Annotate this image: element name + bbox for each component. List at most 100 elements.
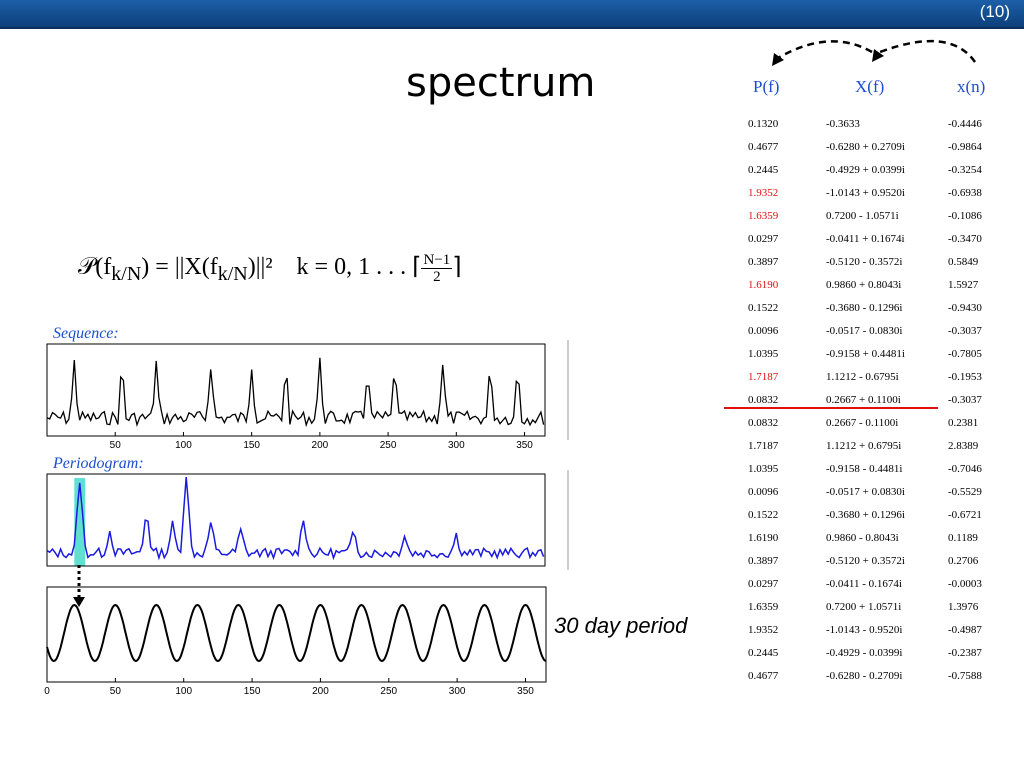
cell-xf: 0.9860 - 0.8043i <box>826 532 899 544</box>
sinusoid-tick-label: 100 <box>175 686 192 697</box>
cell-xf: -0.5120 - 0.3572i <box>826 256 903 268</box>
cell-xf: -0.0517 - 0.0830i <box>826 325 903 337</box>
cell-xn: -0.6721 <box>948 509 982 521</box>
cell-xf: -0.0517 + 0.0830i <box>826 486 905 498</box>
cell-xn: -0.2387 <box>948 647 982 659</box>
cell-pf: 1.6359 <box>748 601 779 613</box>
formula-k: k = 0, 1 . . . ⌈ <box>296 254 422 281</box>
cell-xn: -0.7046 <box>948 463 982 475</box>
formula-lhs-sub: k/N <box>111 262 142 285</box>
top-bar: (10) <box>0 0 1024 29</box>
cell-pf: 1.9352 <box>748 624 779 636</box>
cell-xf: 0.7200 + 1.0571i <box>826 601 902 613</box>
cell-xn: -0.4446 <box>948 118 982 130</box>
cell-pf: 0.3897 <box>748 555 779 567</box>
cell-xn: -0.3254 <box>948 164 982 176</box>
dashed-arrow-xn-to-xf <box>879 39 977 63</box>
cell-xf: 0.7200 - 1.0571i <box>826 210 899 222</box>
slide-number: (10) <box>979 2 1010 21</box>
sequence-tick-label: 50 <box>110 440 122 451</box>
sinusoid-tick-label: 250 <box>380 686 397 697</box>
cell-pf: 0.0832 <box>748 417 779 429</box>
frac-numerator: N−1 <box>421 252 453 269</box>
sinusoid-chart: 0 50 100 150 200 250 300 350 <box>44 586 547 697</box>
conjugate-divider <box>724 407 938 409</box>
arrowhead-pf <box>772 53 784 66</box>
cell-xf: -0.5120 + 0.3572i <box>826 555 905 567</box>
periodogram-formula: 𝒫(fk/N) = ||X(fk/N)||² k = 0, 1 . . . ⌈ N… <box>78 252 462 286</box>
cell-xn: 1.5927 <box>948 279 979 291</box>
period-caption: 30 day period <box>554 613 688 638</box>
formula-mid: ) = ||X(f <box>141 254 218 281</box>
dashed-arrow-xf-to-pf <box>777 40 873 60</box>
sequence-tick-label: 350 <box>516 440 533 451</box>
cell-pf: 0.4677 <box>748 141 779 153</box>
cell-xn: -0.9864 <box>948 141 982 153</box>
formula-fraction: N−1 2 <box>421 252 453 285</box>
cell-pf: 1.7187 <box>748 371 779 383</box>
sinusoid-tick-label: 0 <box>44 686 50 697</box>
cell-xn: 2.8389 <box>948 440 979 452</box>
cell-xf: -0.6280 + 0.2709i <box>826 141 905 153</box>
cell-xn: 0.2381 <box>948 417 979 429</box>
cell-pf: 0.0297 <box>748 233 779 245</box>
cell-xn: -0.9430 <box>948 302 982 314</box>
cell-pf: 0.0096 <box>748 325 779 337</box>
cell-xf: -1.0143 + 0.9520i <box>826 187 905 199</box>
cell-xn: -0.6938 <box>948 187 982 199</box>
cell-pf: 1.7187 <box>748 440 779 452</box>
sequence-series-line <box>46 357 545 428</box>
sequence-tick-label: 200 <box>312 440 329 451</box>
cell-xn: -0.5529 <box>948 486 982 498</box>
sequence-x-ticks: 50 100 150 200 250 300 350 <box>110 432 533 451</box>
cell-xf: -0.4929 - 0.0399i <box>826 647 903 659</box>
cell-xn: -0.0003 <box>948 578 982 590</box>
cell-xf: -0.6280 - 0.2709i <box>826 670 903 682</box>
cell-xn: -0.1953 <box>948 371 982 383</box>
sinusoid-tick-label: 150 <box>244 686 261 697</box>
cell-pf: 0.3897 <box>748 256 779 268</box>
sequence-tick-label: 100 <box>175 440 192 451</box>
cell-xf: -1.0143 - 0.9520i <box>826 624 903 636</box>
cell-pf: 1.6359 <box>748 210 779 222</box>
cell-pf: 0.0096 <box>748 486 779 498</box>
sequence-frame <box>46 343 546 437</box>
sinusoid-tick-label: 350 <box>517 686 534 697</box>
cell-xf: -0.0411 - 0.1674i <box>826 578 902 590</box>
cell-xn: -0.7805 <box>948 348 982 360</box>
slide-title: spectrum <box>406 60 596 106</box>
cell-pf: 1.6190 <box>748 532 779 544</box>
formula-close: ⌉ <box>452 254 462 281</box>
cell-xn: 1.3976 <box>948 601 979 613</box>
cell-xn: -0.3037 <box>948 325 982 337</box>
cell-xn: 0.1189 <box>948 532 978 544</box>
formula-mid-sub: k/N <box>217 262 248 285</box>
cell-pf: 0.0297 <box>748 578 779 590</box>
cell-xf: -0.0411 + 0.1674i <box>826 233 905 245</box>
cell-pf: 0.1320 <box>748 118 779 130</box>
frac-denominator: 2 <box>433 269 441 285</box>
cell-pf: 0.2445 <box>748 647 779 659</box>
dashed-arrows <box>772 39 977 66</box>
cell-xn: -0.1086 <box>948 210 982 222</box>
cell-xf: 0.9860 + 0.8043i <box>826 279 902 291</box>
formula-lhs: 𝒫(f <box>78 254 112 281</box>
cell-pf: 1.9352 <box>748 187 779 199</box>
cell-pf: 1.0395 <box>748 348 779 360</box>
header-pf: P(f) <box>753 77 780 96</box>
header-xn: x(n) <box>957 77 986 96</box>
cell-xn: 0.5849 <box>948 256 979 268</box>
sequence-tick-label: 150 <box>243 440 260 451</box>
cell-pf: 1.6190 <box>748 279 779 291</box>
cell-xn: 0.2706 <box>948 555 979 567</box>
cell-xn: -0.3470 <box>948 233 982 245</box>
sinusoid-frame <box>46 586 547 683</box>
periodogram-chart <box>46 470 569 570</box>
cell-xf: -0.3633 <box>826 118 860 130</box>
sinusoid-tick-label: 200 <box>312 686 329 697</box>
cell-xf: -0.4929 + 0.0399i <box>826 164 905 176</box>
sequence-chart: 50 100 150 200 250 300 350 <box>46 340 569 451</box>
cell-pf: 0.1522 <box>748 302 779 314</box>
cell-xf: -0.9158 - 0.4481i <box>826 463 903 475</box>
cell-xn: -0.4987 <box>948 624 982 636</box>
